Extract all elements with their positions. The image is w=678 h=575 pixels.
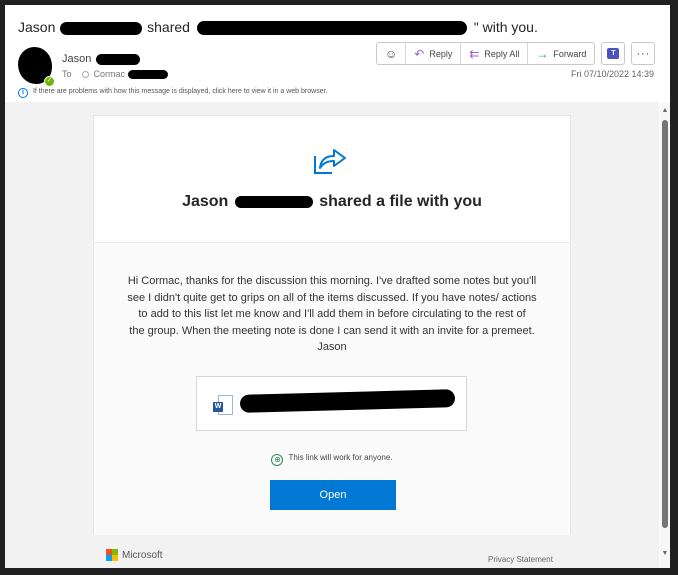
- recipient-presence-icon: [82, 71, 90, 78]
- share-card-body: Hi Cormac, thanks for the discussion thi…: [94, 243, 570, 535]
- presence-available-icon: ✓: [44, 76, 55, 87]
- emoji-icon: ☺: [385, 46, 398, 61]
- scroll-down-arrow-icon[interactable]: ▼: [661, 550, 669, 557]
- redaction: [234, 195, 313, 208]
- link-permission-note: ⊕ This link will work for anyone.: [94, 453, 570, 466]
- reply-all-button[interactable]: ⇇ Reply All: [460, 43, 527, 64]
- redaction: [96, 53, 141, 65]
- microsoft-logo-icon: [106, 549, 118, 561]
- share-card: Jason shared a file with you Hi Cormac, …: [93, 115, 571, 535]
- reply-icon: ↶: [414, 46, 425, 61]
- redaction: [239, 389, 456, 413]
- scrollbar-thumb[interactable]: [662, 120, 668, 528]
- shared-file-link[interactable]: W: [196, 376, 467, 431]
- sender-avatar[interactable]: ✓: [18, 47, 55, 87]
- action-group: ☺ ↶ Reply ⇇ Reply All → Forward: [376, 42, 596, 65]
- redaction: [60, 21, 143, 35]
- share-card-header: Jason shared a file with you: [94, 116, 570, 243]
- logo-square: [112, 555, 118, 561]
- email-reading-pane: Jason shared " with you. ✓ Jason To Corm…: [5, 5, 670, 568]
- redaction: [196, 21, 467, 36]
- message-body: Jason shared a file with you Hi Cormac, …: [5, 102, 659, 568]
- sender-name[interactable]: Jason: [62, 53, 141, 65]
- forward-icon: →: [536, 46, 549, 61]
- info-bar[interactable]: i If there are problems with how this me…: [18, 88, 327, 98]
- reply-button[interactable]: ↶ Reply: [405, 43, 460, 64]
- microsoft-logo: Microsoft: [106, 549, 163, 561]
- scroll-up-arrow-icon[interactable]: ▲: [661, 107, 669, 114]
- teams-icon: T: [607, 48, 620, 59]
- recipient-line: To Cormac: [62, 69, 168, 80]
- privacy-statement-link[interactable]: Privacy Statement: [488, 555, 553, 564]
- globe-icon: ⊕: [271, 454, 284, 466]
- info-icon: i: [18, 88, 28, 98]
- teams-button[interactable]: T: [601, 42, 626, 65]
- vertical-scrollbar[interactable]: ▲ ▼: [660, 102, 670, 568]
- recipient-name[interactable]: Cormac: [94, 69, 126, 79]
- email-subject: Jason shared " with you.: [18, 19, 538, 36]
- open-button[interactable]: Open: [270, 480, 396, 510]
- share-card-title: Jason shared a file with you: [182, 193, 482, 210]
- more-icon: ···: [636, 47, 651, 60]
- word-document-icon: W: [213, 395, 233, 415]
- forward-button[interactable]: → Forward: [527, 43, 594, 64]
- share-icon: [314, 149, 346, 174]
- more-actions-button[interactable]: ···: [631, 42, 656, 65]
- reply-all-icon: ⇇: [469, 46, 480, 61]
- message-actions: ☺ ↶ Reply ⇇ Reply All → Forward T ···: [376, 42, 656, 65]
- received-date: Fri 07/10/2022 14:39: [571, 69, 655, 79]
- reactions-button[interactable]: ☺: [377, 43, 405, 64]
- redaction: [127, 70, 168, 80]
- share-message: Hi Cormac, thanks for the discussion thi…: [127, 275, 537, 353]
